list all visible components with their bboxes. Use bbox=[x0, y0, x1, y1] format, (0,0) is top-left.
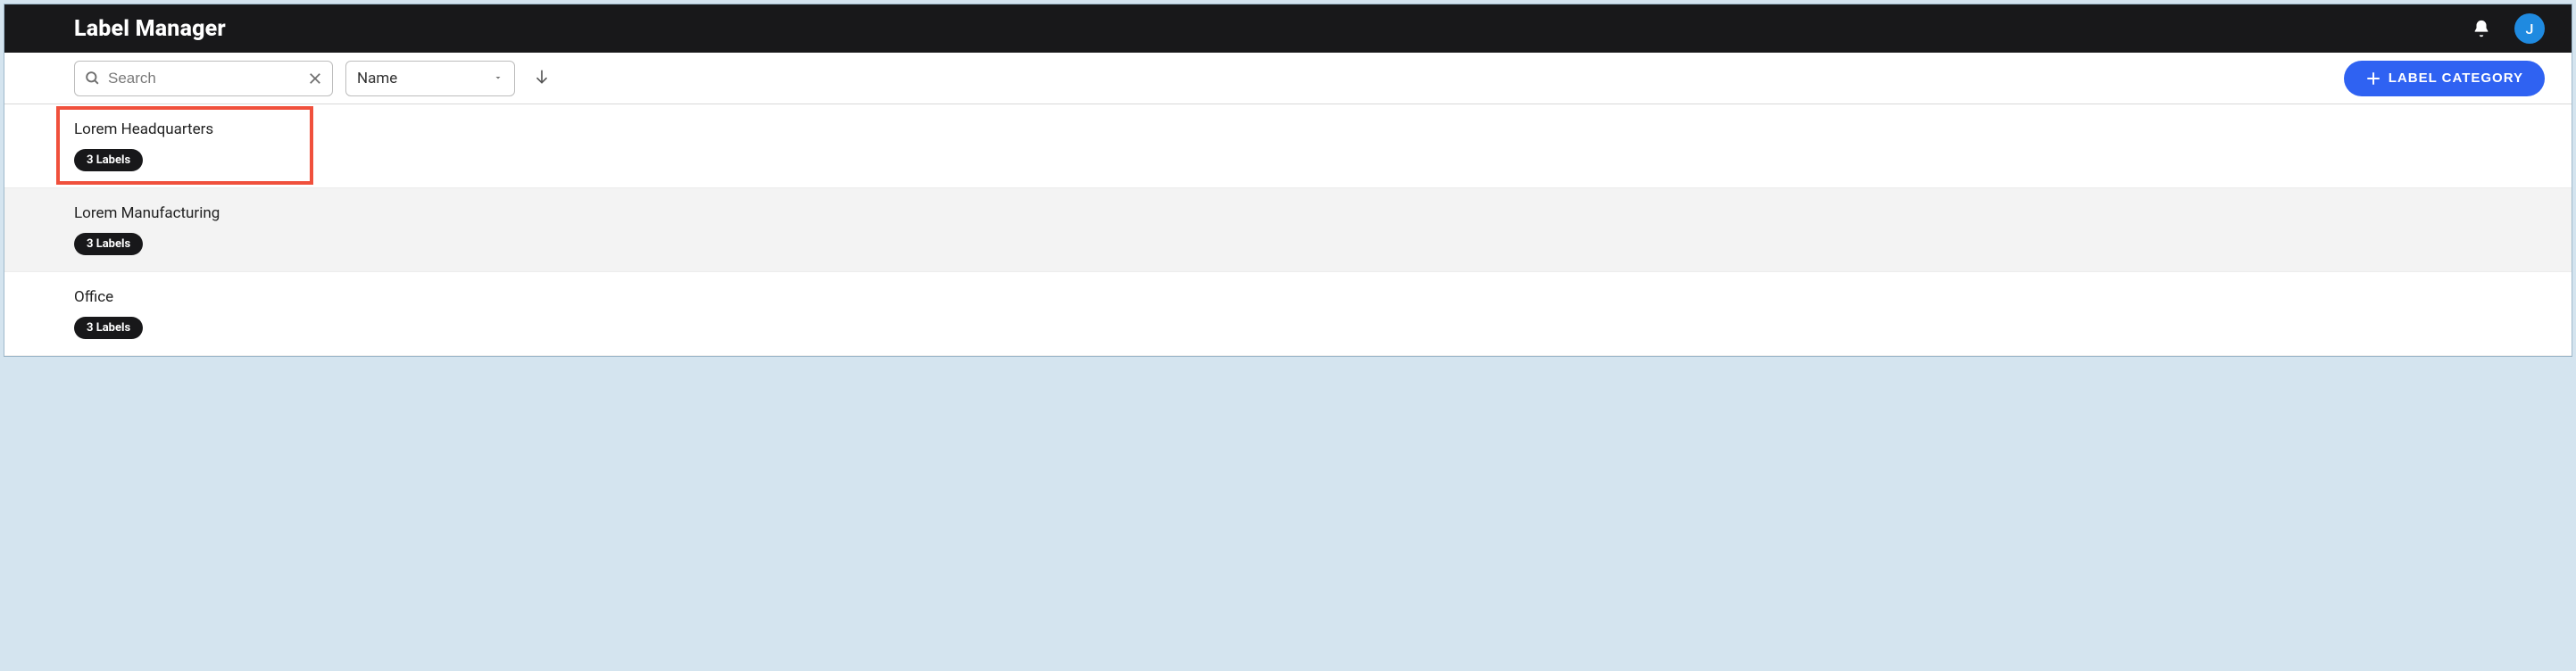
topbar-actions: J bbox=[2472, 13, 2545, 44]
list-container: Lorem Headquarters3 LabelsLorem Manufact… bbox=[4, 104, 2572, 356]
avatar-initial: J bbox=[2526, 21, 2534, 37]
notifications-icon[interactable] bbox=[2472, 19, 2491, 38]
sort-select[interactable]: Name bbox=[345, 61, 515, 96]
page-title: Label Manager bbox=[74, 16, 226, 42]
category-name: Lorem Headquarters bbox=[74, 120, 2545, 138]
search-input[interactable] bbox=[108, 70, 305, 87]
clear-search-button[interactable] bbox=[305, 69, 325, 88]
category-row[interactable]: Lorem Headquarters 3 Labels bbox=[4, 104, 2572, 188]
plus-icon bbox=[2365, 70, 2381, 87]
avatar[interactable]: J bbox=[2514, 13, 2545, 44]
topbar: Label Manager J bbox=[4, 4, 2572, 53]
toolbar: Name LABEL CATEGORY bbox=[4, 53, 2572, 104]
category-row[interactable]: Lorem Manufacturing 3 Labels bbox=[4, 188, 2572, 272]
search-field[interactable] bbox=[74, 61, 333, 96]
caret-down-icon bbox=[493, 70, 503, 87]
arrow-down-icon bbox=[533, 68, 551, 88]
sort-select-label: Name bbox=[357, 70, 397, 87]
app-frame: Label Manager J Name bbox=[4, 4, 2572, 357]
sort-direction-button[interactable] bbox=[528, 62, 556, 94]
category-row[interactable]: Office 3 Labels bbox=[4, 272, 2572, 356]
category-name: Office bbox=[74, 288, 2545, 306]
label-count-badge: 3 Labels bbox=[74, 317, 143, 339]
category-name: Lorem Manufacturing bbox=[74, 204, 2545, 222]
add-label-category-button[interactable]: LABEL CATEGORY bbox=[2344, 61, 2545, 96]
label-count-badge: 3 Labels bbox=[74, 233, 143, 255]
category-list: Lorem Headquarters3 LabelsLorem Manufact… bbox=[4, 104, 2572, 356]
label-count-badge: 3 Labels bbox=[74, 149, 143, 171]
add-button-label: LABEL CATEGORY bbox=[2389, 70, 2523, 86]
